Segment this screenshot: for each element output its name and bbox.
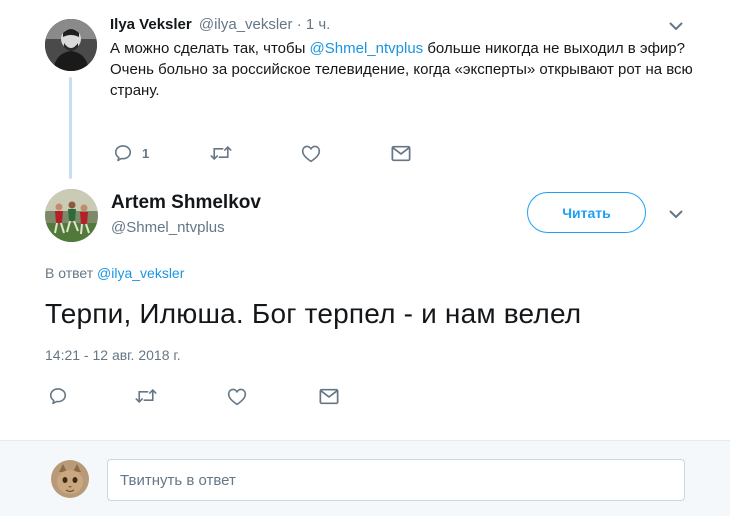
reply-icon: [49, 388, 67, 405]
chevron-down-icon: [669, 22, 683, 30]
reply-to-prefix: В ответ: [45, 265, 98, 281]
main-reply-button[interactable]: [48, 386, 135, 406]
person-photo-avatar-icon: [45, 19, 97, 71]
parent-reply-button[interactable]: 1: [113, 143, 210, 163]
main-tweet-menu-button[interactable]: [666, 204, 686, 224]
main-author-avatar[interactable]: [45, 189, 98, 242]
thread-connector-line: [69, 77, 72, 179]
main-tweet-actions: [48, 386, 339, 406]
main-direct-message-button[interactable]: [319, 388, 339, 405]
main-retweet-button[interactable]: [135, 386, 227, 406]
main-tweet: Artem Shmelkov @Shmel_ntvplus Читать В о…: [0, 180, 730, 440]
reply-to-handle-link[interactable]: @ilya_veksler: [97, 265, 184, 281]
main-like-button[interactable]: [227, 387, 319, 406]
parent-tweet-header: Ilya Veksler @ilya_veksler · 1 ч.: [110, 15, 330, 35]
reply-context: В ответ @ilya_veksler: [45, 264, 184, 282]
header-separator: ·: [296, 16, 302, 33]
main-tweet-text: Терпи, Илюша. Бог терпел - и нам велел: [45, 298, 582, 329]
parent-tweet-time[interactable]: 1 ч.: [306, 16, 331, 33]
parent-author-handle[interactable]: @ilya_veksler: [199, 16, 293, 33]
parent-mention-link[interactable]: @Shmel_ntvplus: [310, 40, 424, 57]
main-author-handle[interactable]: @Shmel_ntvplus: [111, 218, 225, 238]
parent-text-paragraph-2: Очень больно за российское телевидение, …: [110, 61, 693, 99]
parent-tweet[interactable]: Ilya Veksler @ilya_veksler · 1 ч. А можн…: [0, 0, 730, 180]
envelope-icon: [319, 388, 339, 404]
retweet-icon: [210, 146, 232, 160]
reply-icon: [114, 145, 132, 162]
main-author-name[interactable]: Artem Shmelkov: [111, 190, 261, 216]
follow-button[interactable]: Читать: [527, 192, 646, 233]
parent-author-name[interactable]: Ilya Veksler: [110, 16, 192, 33]
envelope-icon: [391, 145, 411, 161]
reply-composer: Твитнуть в ответ: [0, 440, 730, 516]
parent-like-button[interactable]: [301, 144, 391, 163]
chevron-down-icon: [669, 210, 683, 218]
parent-author-avatar[interactable]: [45, 19, 97, 71]
football-players-avatar-icon: [45, 189, 98, 242]
parent-text-before-mention: А можно сделать так, чтобы: [110, 40, 310, 57]
parent-tweet-menu-button[interactable]: [666, 16, 686, 36]
parent-retweet-button[interactable]: [210, 143, 301, 163]
heart-icon: [227, 388, 247, 405]
current-user-avatar[interactable]: [51, 460, 89, 498]
reply-input[interactable]: Твитнуть в ответ: [107, 459, 685, 501]
cat-avatar-icon: [51, 460, 89, 498]
retweet-icon: [135, 389, 157, 403]
parent-text-after-mention: больше никогда не выходил в эфир?: [423, 40, 685, 57]
heart-icon: [301, 145, 321, 162]
parent-direct-message-button[interactable]: [391, 145, 411, 162]
main-tweet-timestamp[interactable]: 14:21 - 12 авг. 2018 г.: [45, 346, 181, 364]
parent-reply-count: 1: [142, 145, 150, 161]
parent-tweet-actions: 1: [113, 143, 411, 163]
parent-tweet-text: А можно сделать так, чтобы @Shmel_ntvplu…: [110, 38, 700, 101]
